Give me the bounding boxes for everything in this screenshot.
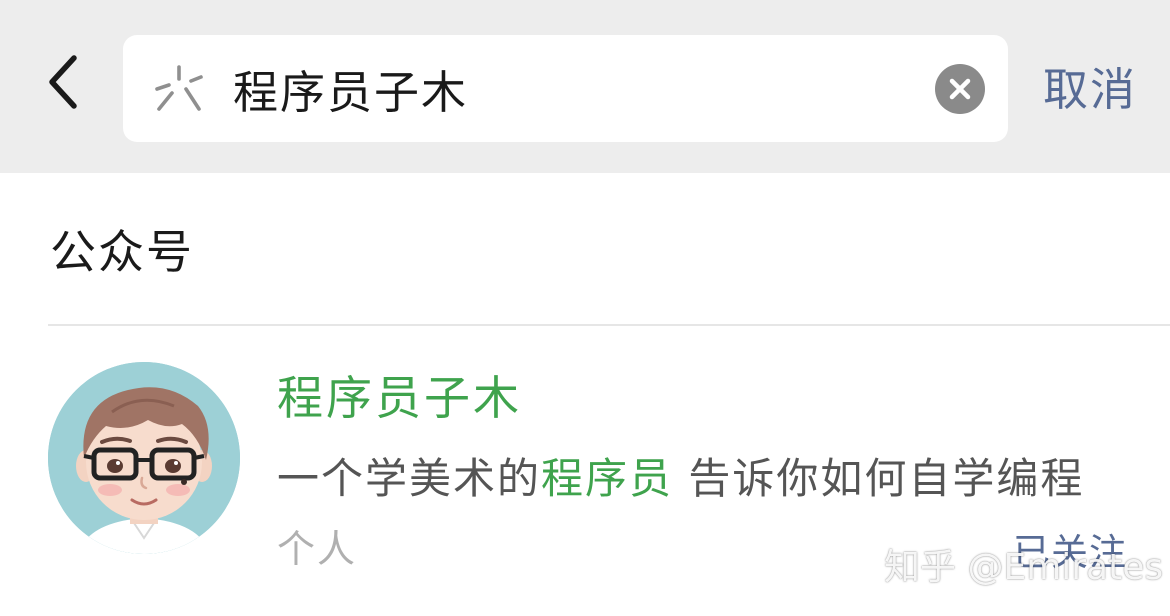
search-logo-icon [153,65,205,113]
back-button[interactable] [38,52,88,112]
description-highlight: 程序员 [541,454,674,503]
clear-search-button[interactable] [935,64,985,114]
clear-circle-x-icon [949,78,971,100]
account-description: 一个学美术的程序员 告诉你如何自学编程 [277,451,1084,507]
chevron-left-icon [49,55,77,109]
search-header: 取消 [0,0,1170,173]
watermark: 知乎 @Emirates [884,547,1164,588]
search-input[interactable] [233,57,923,119]
search-box[interactable] [123,35,1008,142]
account-type-label: 个人 [277,527,358,571]
description-suffix: 告诉你如何自学编程 [673,454,1085,503]
avatar [48,362,240,554]
cancel-button[interactable]: 取消 [1043,60,1137,120]
account-name[interactable]: 程序员子木 [277,368,522,428]
description-prefix: 一个学美术的 [277,454,542,503]
section-title-official-accounts: 公众号 [50,225,194,279]
